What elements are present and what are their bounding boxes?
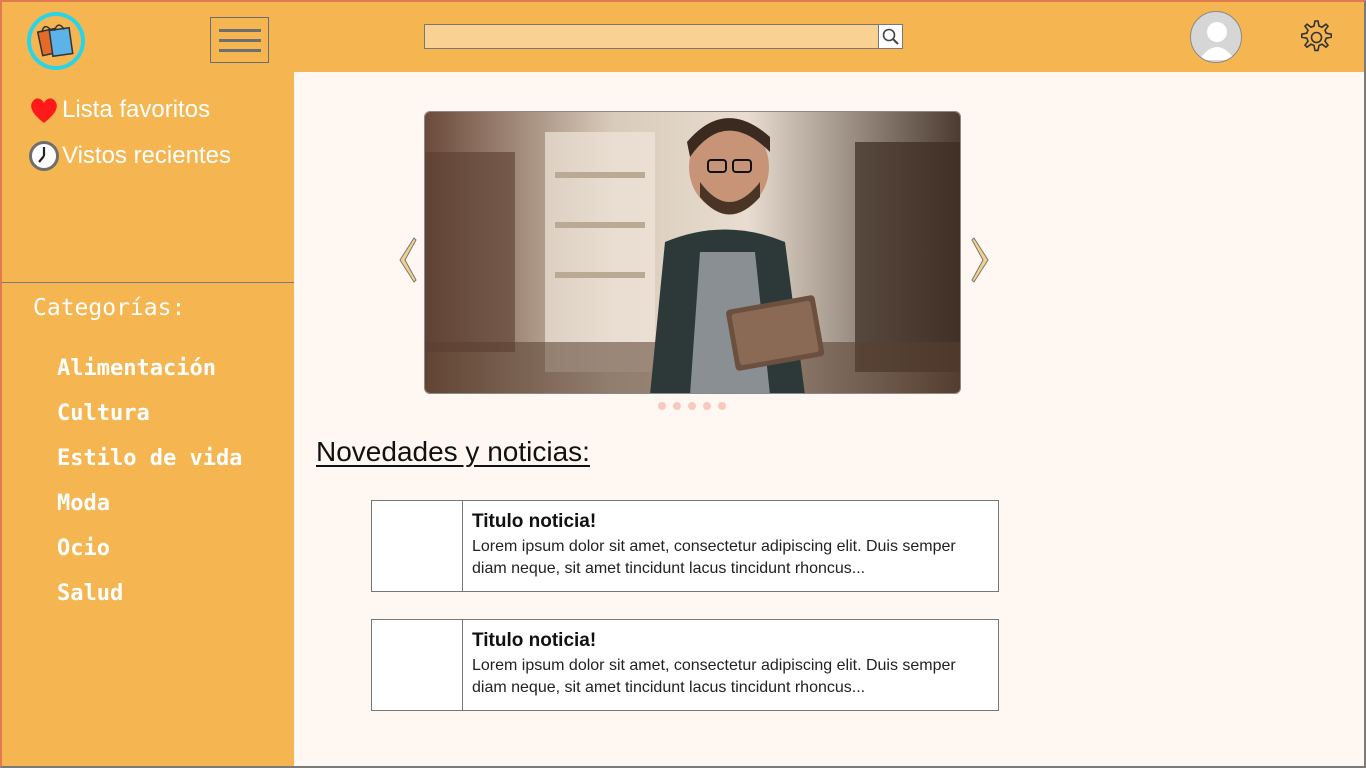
- carousel-dot[interactable]: [718, 402, 726, 410]
- news-body: Lorem ipsum dolor sit amet, consectetur …: [472, 538, 956, 577]
- category-item[interactable]: Alimentación: [57, 352, 242, 397]
- carousel-dot[interactable]: [703, 402, 711, 410]
- search-icon: [882, 28, 899, 45]
- category-item[interactable]: Moda: [57, 487, 242, 532]
- gear-icon[interactable]: [1295, 18, 1335, 58]
- sidebar-item-label: Lista favoritos: [62, 96, 211, 123]
- chevron-left-icon[interactable]: [396, 235, 420, 285]
- search-bar: [424, 24, 903, 49]
- category-item[interactable]: Salud: [57, 577, 242, 622]
- news-heading: Novedades y noticias:: [316, 436, 590, 467]
- news-card[interactable]: Titulo noticia! Lorem ipsum dolor sit am…: [371, 500, 999, 592]
- heart-icon: [31, 98, 57, 123]
- chevron-right-icon[interactable]: [968, 235, 992, 285]
- divider: [2, 282, 294, 283]
- user-avatar-icon[interactable]: [1190, 11, 1242, 63]
- categories-heading: Categorías:: [33, 295, 186, 321]
- news-card[interactable]: Titulo noticia! Lorem ipsum dolor sit am…: [371, 619, 999, 711]
- news-thumbnail: [372, 620, 463, 710]
- carousel-indicators: [658, 402, 726, 410]
- app-window: Lista favoritos Vistos recientes Categor…: [0, 0, 1366, 768]
- top-bar: [2, 2, 1364, 72]
- hamburger-menu-icon[interactable]: [210, 17, 269, 63]
- shopping-bags-icon[interactable]: [27, 12, 85, 70]
- news-title: Titulo noticia!: [472, 511, 597, 532]
- sidebar-item-favorites[interactable]: Lista favoritos: [28, 93, 210, 127]
- news-thumbnail: [372, 501, 463, 591]
- search-input[interactable]: [425, 25, 878, 48]
- carousel-dot[interactable]: [688, 402, 696, 410]
- sidebar-item-label: Vistos recientes: [62, 142, 231, 169]
- category-item[interactable]: Cultura: [57, 397, 242, 442]
- categories-list: Alimentación Cultura Estilo de vida Moda…: [57, 352, 242, 622]
- category-item[interactable]: Ocio: [57, 532, 242, 577]
- category-item[interactable]: Estilo de vida: [57, 442, 242, 487]
- carousel-dot[interactable]: [658, 402, 666, 410]
- news-body: Lorem ipsum dolor sit amet, consectetur …: [472, 657, 956, 696]
- sidebar-item-recent[interactable]: Vistos recientes: [28, 139, 231, 173]
- carousel-dot[interactable]: [673, 402, 681, 410]
- sidebar: Lista favoritos Vistos recientes Categor…: [2, 72, 294, 766]
- search-button[interactable]: [878, 25, 902, 48]
- carousel-image[interactable]: [424, 111, 961, 394]
- news-title: Titulo noticia!: [472, 630, 597, 651]
- clock-icon: [29, 141, 59, 171]
